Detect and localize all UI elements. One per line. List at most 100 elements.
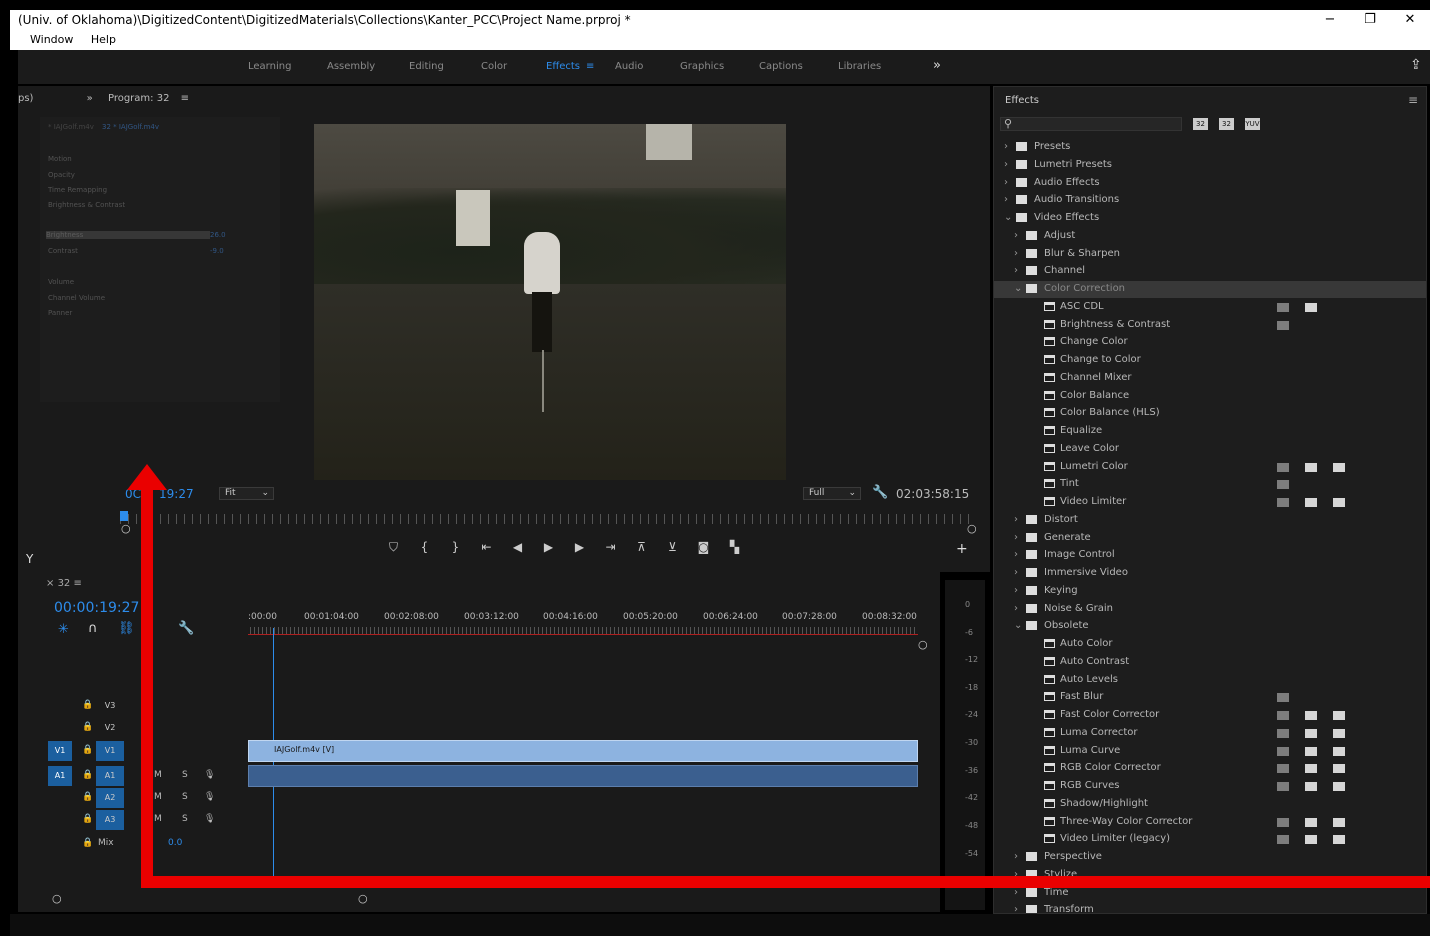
- camera-icon[interactable]: ◙: [688, 540, 719, 555]
- lock-icon[interactable]: 🔒: [82, 792, 93, 802]
- workspace-captions[interactable]: Captions: [759, 61, 803, 72]
- chevron-right-icon[interactable]: ›: [1014, 585, 1018, 596]
- chevron-right-icon[interactable]: ›: [1014, 514, 1018, 525]
- effect-item[interactable]: Video Limiter (legacy): [994, 831, 1426, 848]
- track-target-a1[interactable]: A1: [96, 766, 124, 786]
- menu-window[interactable]: Window: [30, 30, 73, 50]
- chevron-right-icon[interactable]: ›: [1004, 194, 1008, 205]
- video-clip[interactable]: IAJGolf.m4v [V]: [248, 740, 918, 762]
- add-marker-icon[interactable]: ⛉: [378, 540, 409, 555]
- effect-item[interactable]: Change to Color: [994, 352, 1426, 369]
- solo-button[interactable]: S: [182, 792, 188, 802]
- solo-button[interactable]: S: [182, 814, 188, 824]
- effect-item[interactable]: Channel Mixer: [994, 370, 1426, 387]
- microphone-icon[interactable]: 🎙: [204, 792, 215, 802]
- mark-in-icon[interactable]: {: [409, 540, 440, 555]
- chevron-right-icon[interactable]: ›: [1014, 887, 1018, 898]
- track-target-v3[interactable]: V3: [96, 696, 124, 716]
- effect-item[interactable]: Auto Contrast: [994, 654, 1426, 671]
- source-patch-a1[interactable]: A1: [48, 766, 72, 786]
- play-icon[interactable]: ▶: [533, 540, 564, 555]
- lock-icon[interactable]: 🔒: [82, 700, 93, 710]
- mix-volume[interactable]: 0.0: [168, 838, 182, 848]
- scroll-handle-left[interactable]: ○: [52, 892, 62, 905]
- chevron-right-icon[interactable]: ›: [1014, 265, 1018, 276]
- quality-dropdown[interactable]: Full ⌄: [803, 487, 861, 500]
- effects-folder[interactable]: › Channel: [994, 263, 1426, 280]
- lock-icon[interactable]: 🔒: [82, 814, 93, 824]
- chevron-right-icon[interactable]: ›: [1004, 141, 1008, 152]
- solo-button[interactable]: S: [182, 770, 188, 780]
- microphone-icon[interactable]: 🎙: [204, 770, 215, 780]
- mute-button[interactable]: M: [154, 770, 162, 780]
- zoom-handle-left[interactable]: ○: [121, 522, 131, 535]
- effect-item[interactable]: Leave Color: [994, 441, 1426, 458]
- ec-source[interactable]: * IAJGolf.m4v: [48, 123, 94, 131]
- effects-folder[interactable]: › Blur & Sharpen: [994, 246, 1426, 263]
- lock-icon[interactable]: 🔒: [82, 745, 93, 755]
- close-button[interactable]: ✕: [1390, 10, 1430, 30]
- lift-icon[interactable]: ⊼: [626, 540, 657, 555]
- snap-icon[interactable]: ∩: [88, 621, 98, 636]
- effect-item[interactable]: Fast Color Corrector: [994, 707, 1426, 724]
- effects-folder[interactable]: › Keying: [994, 583, 1426, 600]
- menu-help[interactable]: Help: [91, 30, 116, 50]
- go-to-out-icon[interactable]: ⇥: [595, 540, 626, 555]
- workspace-graphics[interactable]: Graphics: [680, 61, 724, 72]
- effect-item[interactable]: Video Limiter: [994, 494, 1426, 511]
- effect-item[interactable]: Brightness & Contrast: [994, 317, 1426, 334]
- chevron-down-icon[interactable]: ⌄: [1014, 283, 1022, 294]
- effects-folder[interactable]: ⌄ Color Correction: [994, 281, 1426, 298]
- step-back-icon[interactable]: ◀: [502, 540, 533, 555]
- track-target-a3[interactable]: A3: [96, 810, 124, 830]
- chevron-right-icon[interactable]: ›: [1004, 177, 1008, 188]
- effect-item[interactable]: Change Color: [994, 334, 1426, 351]
- effect-item[interactable]: Three-Way Color Corrector: [994, 814, 1426, 831]
- ec-brightness-value[interactable]: 26.0: [210, 231, 226, 239]
- effects-panel-title[interactable]: Effects: [1005, 95, 1039, 106]
- effects-folder[interactable]: › Audio Effects: [994, 175, 1426, 192]
- scroll-handle-right[interactable]: ○: [358, 892, 368, 905]
- maximize-button[interactable]: ❐: [1350, 10, 1390, 30]
- effect-item[interactable]: Tint: [994, 476, 1426, 493]
- microphone-icon[interactable]: 🎙: [204, 814, 215, 824]
- zoom-handle-right[interactable]: ○: [967, 522, 977, 535]
- go-to-in-icon[interactable]: ⇤: [471, 540, 502, 555]
- extract-icon[interactable]: ⊻: [657, 540, 688, 555]
- monitor-playhead[interactable]: [120, 511, 128, 521]
- workspace-more-button[interactable]: »: [933, 58, 941, 73]
- effect-item[interactable]: RGB Curves: [994, 778, 1426, 795]
- workspace-editing[interactable]: Editing: [409, 61, 444, 72]
- effect-item[interactable]: Shadow/Highlight: [994, 796, 1426, 813]
- effects-menu-icon[interactable]: ≡: [1408, 93, 1418, 107]
- effects-folder[interactable]: › Transform: [994, 902, 1426, 913]
- effects-folder[interactable]: › Image Control: [994, 547, 1426, 564]
- workspace-assembly[interactable]: Assembly: [327, 61, 375, 72]
- chevron-right-icon[interactable]: ›: [1014, 532, 1018, 543]
- step-forward-icon[interactable]: ▶: [564, 540, 595, 555]
- effect-item[interactable]: Equalize: [994, 423, 1426, 440]
- effects-folder[interactable]: › Presets: [994, 139, 1426, 156]
- lock-icon[interactable]: 🔒: [82, 770, 93, 780]
- chevron-down-icon[interactable]: ⌄: [1004, 212, 1012, 223]
- chevron-right-icon[interactable]: ›: [1014, 549, 1018, 560]
- effect-item[interactable]: Auto Color: [994, 636, 1426, 653]
- effects-folder[interactable]: › Lumetri Presets: [994, 157, 1426, 174]
- chevron-right-icon[interactable]: ›: [1014, 230, 1018, 241]
- workspace-audio[interactable]: Audio: [615, 61, 643, 72]
- add-button-icon[interactable]: +: [956, 541, 968, 557]
- lock-icon[interactable]: 🔒: [82, 838, 93, 848]
- more-panels-icon[interactable]: »: [87, 93, 93, 104]
- mute-button[interactable]: M: [154, 814, 162, 824]
- effect-item[interactable]: Luma Corrector: [994, 725, 1426, 742]
- effects-search-input[interactable]: [1000, 117, 1182, 131]
- effect-item[interactable]: Color Balance (HLS): [994, 405, 1426, 422]
- settings-wrench-icon[interactable]: 🔧: [178, 621, 194, 636]
- panel-menu-icon[interactable]: ≡: [181, 93, 189, 104]
- effects-folder[interactable]: › Perspective: [994, 849, 1426, 866]
- minimize-button[interactable]: −: [1310, 10, 1350, 30]
- workspace-color[interactable]: Color: [481, 61, 507, 72]
- compare-view-icon[interactable]: ▚: [719, 540, 750, 555]
- 32bit-effects-filter[interactable]: 32: [1219, 118, 1234, 130]
- chevron-right-icon[interactable]: ›: [1014, 904, 1018, 913]
